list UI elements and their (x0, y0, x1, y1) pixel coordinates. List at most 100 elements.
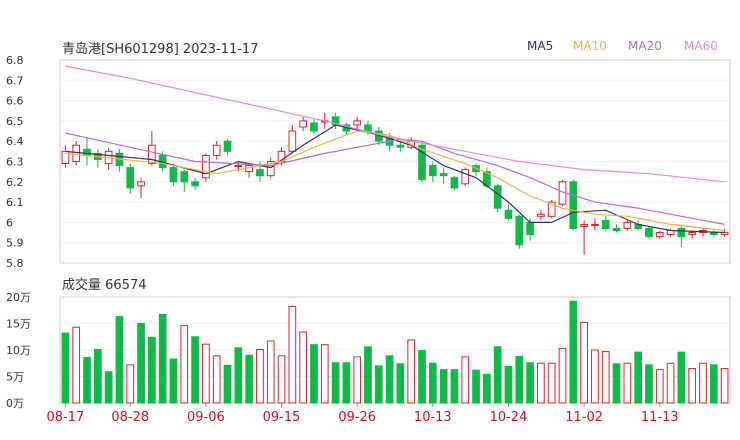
price-tick-label: 6.3 (6, 156, 24, 169)
candle-up (591, 223, 599, 226)
price-tick-label: 6.5 (6, 115, 24, 128)
candle-down (493, 185, 502, 209)
candle-down (223, 140, 232, 152)
volume-bar-up (126, 364, 135, 404)
x-tick-label: 08-28 (111, 410, 149, 425)
volume-bar-down (223, 364, 232, 404)
volume-bar-down (364, 346, 372, 404)
candle-down (83, 148, 91, 156)
candle-up (148, 144, 156, 165)
x-tick-label: 10-24 (490, 410, 528, 425)
volume-bar-up (180, 325, 189, 404)
volume-bar-down (515, 355, 524, 404)
price-tick-label: 5.9 (6, 237, 24, 250)
x-tick-label: 09-26 (338, 410, 376, 425)
volume-bar-down (158, 313, 167, 404)
volume-bar-down (483, 373, 491, 404)
candle-down (396, 144, 405, 148)
candle-down (526, 221, 534, 236)
candle-down (612, 227, 621, 232)
volume-tick-label: 5万 (6, 371, 24, 384)
volume-bar-down (569, 300, 578, 404)
volume-tick-label: 20万 (6, 291, 31, 304)
candle-up (299, 120, 307, 128)
stock-chart: 6.8 6.7 6.6 6.5 6.4 6.3 6.2 6.1 6 5.9 5.8 20万 15万 10万… (6, 54, 731, 425)
volume-bar-down (115, 316, 124, 404)
candle-down (364, 124, 372, 132)
volume-bar-down (61, 332, 70, 404)
price-tick-label: 6.4 (6, 135, 24, 148)
volume-bar-down (104, 371, 113, 404)
volume-bar-down (709, 364, 718, 404)
volume-bar-down (493, 346, 502, 404)
candle-down (191, 181, 199, 187)
candle-up (137, 181, 145, 187)
volume-bar-up (277, 355, 286, 404)
x-tick-label: 09-06 (187, 410, 225, 425)
candle-down (709, 232, 718, 236)
volume-bar-up (461, 356, 470, 404)
x-tick-label: 11-13 (641, 410, 679, 425)
volume-bar-down (472, 369, 480, 404)
candle-down (504, 209, 513, 219)
volume-bar-down (396, 363, 405, 404)
candle-up (580, 223, 588, 227)
volume-bar-down (191, 336, 199, 404)
volume-bar-up (288, 306, 297, 404)
volume-bar-down (450, 369, 459, 404)
volume-bar-down (374, 365, 383, 404)
volume-bar-up (72, 326, 81, 404)
volume-bar-up (320, 344, 329, 404)
volume-bar-up (266, 340, 275, 404)
candle-down (310, 122, 318, 132)
candle-down (256, 169, 264, 177)
volume-bar-down (634, 351, 642, 404)
candle-up (537, 213, 545, 217)
volume-bar-down (428, 362, 437, 404)
candle-down (515, 215, 524, 246)
volume-bar-down (504, 365, 513, 404)
volume-bar-up (558, 347, 567, 404)
volume-bar-up (547, 362, 556, 404)
volume-bar-up (699, 362, 707, 404)
x-tick-label: 11-02 (565, 410, 603, 425)
volume-bar-down (677, 351, 686, 404)
volume-bar-down (342, 362, 351, 404)
candle-down (169, 167, 178, 183)
volume-bar-up (202, 343, 210, 404)
candle-down (601, 219, 610, 229)
candle-up (202, 154, 210, 179)
candle-up (234, 165, 243, 168)
candle-up (655, 232, 664, 238)
volume-bar-up (299, 331, 307, 404)
price-tick-label: 6.1 (6, 196, 24, 209)
price-tick-label: 6.2 (6, 176, 24, 189)
x-tick-label: 10-13 (414, 410, 452, 425)
ma-line-ma10 (65, 130, 725, 232)
volume-bar-down (385, 355, 394, 404)
candle-up (72, 144, 81, 162)
volume-bar-up (537, 362, 545, 404)
candle-down (569, 181, 578, 229)
volume-bar-down (148, 336, 156, 404)
volume-bar-down (612, 363, 621, 404)
volume-bar-up (580, 321, 588, 404)
candle-down (180, 171, 189, 183)
volume-bar-up (407, 339, 416, 404)
x-tick-label: 09-15 (263, 410, 301, 425)
volume-bar-down (526, 362, 534, 404)
volume-bar-up (655, 369, 664, 404)
volume-bar-down (331, 362, 340, 404)
volume-bar-up (601, 351, 610, 404)
ma-line-ma20 (65, 132, 725, 225)
volume-bar-down (245, 354, 253, 404)
volume-bar-up (256, 348, 264, 404)
volume-bar-down (137, 323, 145, 404)
candle-down (126, 167, 135, 189)
x-tick-label: 08-17 (47, 410, 85, 425)
volume-bar-down (83, 356, 91, 404)
candle-up (353, 120, 362, 126)
price-tick-label: 6.7 (6, 74, 24, 87)
candle-up (623, 221, 632, 229)
volume-bar-down (418, 350, 426, 404)
